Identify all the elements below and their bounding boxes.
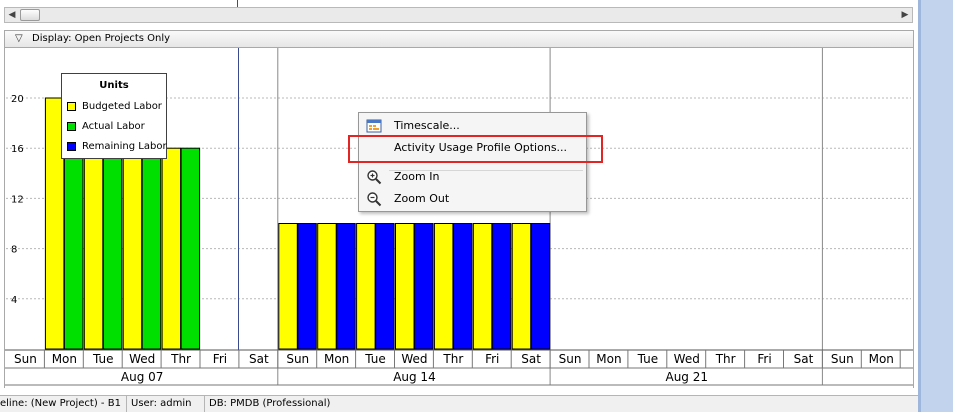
menu-item-timescale[interactable]: Timescale... xyxy=(361,115,584,137)
bar-budgeted-labor xyxy=(395,223,415,350)
x-tick-label: Thr xyxy=(170,352,191,366)
x-tick-label: Tue xyxy=(637,352,659,366)
x-tick-label: Mon xyxy=(52,352,77,366)
chart-legend: Units Budgeted Labor Actual Labor Remain… xyxy=(61,73,167,159)
x-tick-label: Wed xyxy=(674,352,700,366)
legend-title: Units xyxy=(99,80,129,91)
highlight-annotation xyxy=(348,135,603,163)
y-tick-label: 4 xyxy=(11,295,17,306)
display-filter-bar[interactable]: ▽ Display: Open Projects Only xyxy=(4,30,914,48)
x-tick-label: Sat xyxy=(794,352,814,366)
week-label: Aug 07 xyxy=(121,370,164,384)
application-window: ◀ ▶ ▽ Display: Open Projects Only 4 8 12 16… xyxy=(0,0,953,412)
legend-label: Actual Labor xyxy=(82,121,145,132)
x-tick-label: Sun xyxy=(14,352,37,366)
bar-budgeted-labor xyxy=(122,147,143,350)
x-tick-label: Mon xyxy=(869,352,894,366)
x-tick-label: Fri xyxy=(485,352,499,366)
menu-item-zoom-in[interactable]: Zoom In xyxy=(361,166,584,188)
bar-actual-labor xyxy=(63,147,84,350)
x-tick-label: Thr xyxy=(715,352,736,366)
menu-item-label: Timescale... xyxy=(394,119,460,132)
bar-remaining-labor xyxy=(491,223,512,350)
menu-item-label: Zoom In xyxy=(394,170,440,183)
bar-actual-labor xyxy=(180,147,201,350)
bar-actual-labor xyxy=(141,147,162,350)
bar-budgeted-labor xyxy=(83,147,104,350)
x-tick-label: Mon xyxy=(596,352,621,366)
timescale-icon xyxy=(366,119,382,133)
bar-actual-labor xyxy=(102,147,123,350)
chevron-down-icon[interactable]: ▽ xyxy=(15,31,23,47)
scroll-right-icon[interactable]: ▶ xyxy=(898,8,912,22)
scroll-left-icon[interactable]: ◀ xyxy=(5,8,19,22)
activity-table-area: ◀ ▶ xyxy=(0,0,918,28)
x-tick-label: Fri xyxy=(213,352,227,366)
x-tick-label: Sat xyxy=(249,352,269,366)
zoom-out-icon xyxy=(367,192,382,207)
y-tick-label: 8 xyxy=(11,245,17,256)
bar-budgeted-labor xyxy=(161,147,182,350)
bar-budgeted-labor xyxy=(317,223,337,350)
legend-swatch xyxy=(67,102,76,111)
y-tick-label: 12 xyxy=(11,194,24,205)
x-tick-label: Wed xyxy=(401,352,427,366)
bar-budgeted-labor xyxy=(278,223,298,350)
scrollbar-thumb[interactable] xyxy=(20,9,40,21)
status-user: User: admin xyxy=(127,396,205,412)
y-tick-label: 16 xyxy=(11,144,24,155)
bar-budgeted-labor xyxy=(511,223,532,350)
x-tick-label: Wed xyxy=(129,352,155,366)
bar-remaining-labor xyxy=(375,223,395,350)
bar-remaining-labor xyxy=(297,223,317,350)
x-tick-label: Tue xyxy=(364,352,386,366)
display-filter-label: Display: Open Projects Only xyxy=(32,33,171,44)
bar-budgeted-labor xyxy=(472,223,493,350)
horizontal-scrollbar[interactable]: ◀ ▶ xyxy=(4,7,913,23)
x-tick-label: Sat xyxy=(521,352,541,366)
status-bar: eline: (New Project) - B1 User: admin DB… xyxy=(0,395,918,412)
legend-swatch xyxy=(67,122,76,131)
zoom-in-icon xyxy=(367,170,382,185)
x-tick-label: Mon xyxy=(324,352,349,366)
x-tick-label: Sun xyxy=(831,352,854,366)
x-tick-label: Sun xyxy=(286,352,309,366)
bar-remaining-labor xyxy=(336,223,356,350)
bar-remaining-labor xyxy=(452,223,473,350)
legend-label: Remaining Labor xyxy=(82,141,167,152)
y-tick-label: 20 xyxy=(11,94,24,105)
week-label: Aug 21 xyxy=(665,370,708,384)
bar-budgeted-labor xyxy=(433,223,454,350)
bar-remaining-labor xyxy=(530,223,551,350)
status-db: DB: PMDB (Professional) xyxy=(209,398,331,409)
x-tick-label: Tu xyxy=(913,352,914,366)
week-label: Aug 14 xyxy=(393,370,436,384)
bar-budgeted-labor xyxy=(356,223,376,350)
x-tick-label: Tue xyxy=(92,352,114,366)
x-tick-label: Sun xyxy=(559,352,582,366)
menu-item-zoom-out[interactable]: Zoom Out xyxy=(361,188,584,210)
legend-swatch xyxy=(67,142,76,151)
legend-label: Budgeted Labor xyxy=(82,101,162,112)
menu-item-label: Zoom Out xyxy=(394,192,450,205)
status-baseline: eline: (New Project) - B1 xyxy=(0,396,127,412)
x-tick-label: Fri xyxy=(757,352,771,366)
window-frame-edge xyxy=(918,0,921,412)
bar-remaining-labor xyxy=(414,223,434,350)
x-tick-label: Thr xyxy=(442,352,463,366)
column-divider xyxy=(237,0,238,7)
window-frame xyxy=(918,0,953,412)
